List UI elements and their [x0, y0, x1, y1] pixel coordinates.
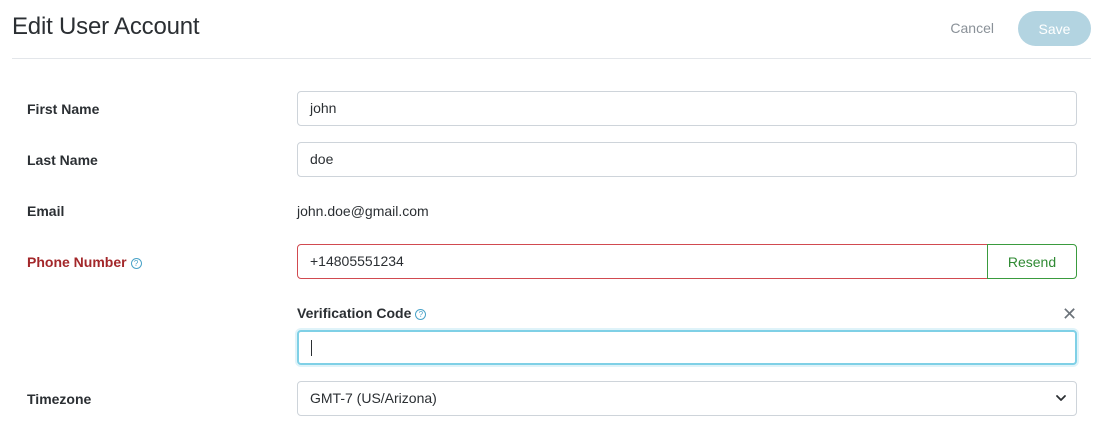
- email-value: john.doe@gmail.com: [297, 203, 429, 219]
- resend-button[interactable]: Resend: [987, 244, 1077, 279]
- last-name-label: Last Name: [27, 152, 98, 168]
- phone-input-group: +14805551234 Resend: [297, 244, 1077, 279]
- phone-number-input[interactable]: +14805551234: [297, 244, 988, 279]
- phone-number-label-group: Phone Number?: [27, 254, 142, 270]
- help-icon[interactable]: ?: [415, 309, 427, 320]
- edit-user-account-page: Edit User Account Cancel Save First Name…: [0, 0, 1101, 443]
- chevron-down-icon: [1056, 395, 1066, 401]
- page-header: Edit User Account Cancel Save: [12, 0, 1091, 59]
- verification-code-input[interactable]: [297, 330, 1077, 365]
- phone-number-label: Phone Number: [27, 254, 127, 270]
- close-icon[interactable]: ✕: [1062, 305, 1077, 323]
- timezone-label: Timezone: [27, 391, 92, 407]
- verification-code-label: Verification Code: [297, 305, 412, 321]
- first-name-label: First Name: [27, 101, 100, 117]
- last-name-input[interactable]: doe: [297, 142, 1077, 177]
- timezone-select[interactable]: GMT-7 (US/Arizona): [297, 381, 1077, 416]
- verification-code-label-group: Verification Code?: [297, 305, 427, 321]
- timezone-selected-value: GMT-7 (US/Arizona): [310, 390, 437, 406]
- page-title: Edit User Account: [12, 13, 200, 40]
- first-name-input[interactable]: john: [297, 91, 1077, 126]
- cancel-button[interactable]: Cancel: [950, 20, 994, 36]
- email-label: Email: [27, 203, 65, 219]
- save-button[interactable]: Save: [1018, 11, 1091, 46]
- text-caret: [311, 340, 312, 356]
- help-icon[interactable]: ?: [130, 258, 142, 269]
